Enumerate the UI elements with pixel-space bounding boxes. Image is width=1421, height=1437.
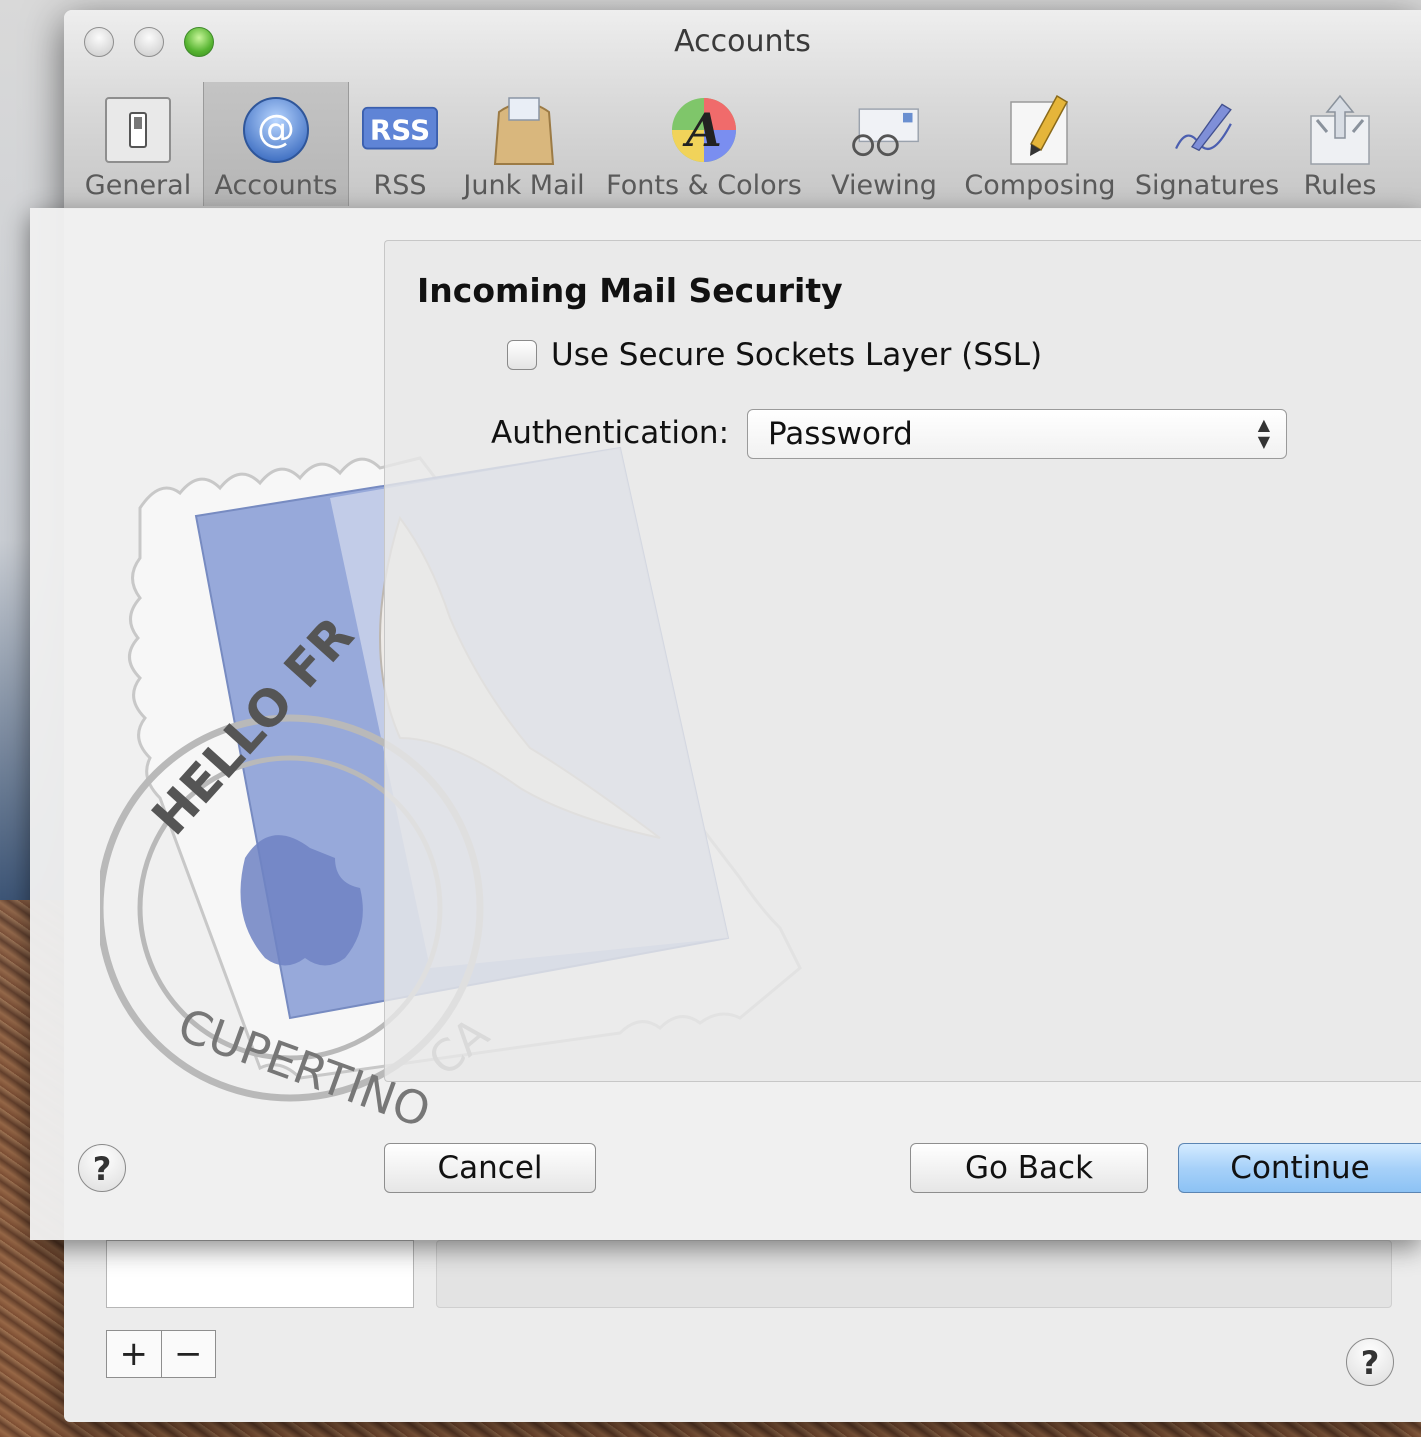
rules-arrows-icon	[1302, 92, 1378, 168]
updown-arrows-icon: ▲ ▼	[1257, 415, 1270, 451]
help-button[interactable]: ?	[78, 1144, 126, 1192]
add-account-button[interactable]: +	[107, 1331, 161, 1377]
glasses-icon	[846, 92, 922, 168]
authentication-value: Password	[768, 416, 913, 452]
toolbar-signatures[interactable]: Signatures	[1132, 82, 1282, 206]
toolbar-composing[interactable]: Composing	[956, 82, 1124, 206]
ssl-label: Use Secure Sockets Layer (SSL)	[551, 337, 1043, 373]
svg-text:A: A	[682, 103, 722, 157]
add-remove-control: + −	[106, 1330, 216, 1378]
font-colors-icon: A	[666, 92, 742, 168]
window-title: Accounts	[674, 24, 811, 59]
title-bar: Accounts General @ Accounts RSS RSS Junk…	[64, 10, 1421, 209]
rss-icon: RSS	[362, 92, 438, 168]
continue-button[interactable]: Continue	[1178, 1143, 1421, 1193]
preferences-help-button[interactable]: ?	[1346, 1338, 1394, 1386]
authentication-label: Authentication:	[491, 415, 730, 451]
go-back-button[interactable]: Go Back	[910, 1143, 1148, 1193]
junk-mail-bag-icon	[486, 92, 562, 168]
incoming-security-panel: Incoming Mail Security Use Secure Socket…	[384, 240, 1421, 1082]
authentication-select[interactable]: Password ▲ ▼	[747, 409, 1287, 459]
account-detail-area	[436, 1240, 1392, 1308]
toolbar-rss[interactable]: RSS RSS	[348, 82, 452, 206]
remove-account-button[interactable]: −	[160, 1331, 216, 1377]
accounts-list[interactable]	[106, 1240, 414, 1308]
toolbar-accounts[interactable]: @ Accounts	[203, 82, 349, 206]
toolbar-general[interactable]: General	[84, 82, 192, 206]
ssl-option[interactable]: Use Secure Sockets Layer (SSL)	[507, 337, 1042, 373]
toolbar-rules[interactable]: Rules	[1298, 82, 1382, 206]
toolbar-fonts-colors[interactable]: A Fonts & Colors	[604, 82, 804, 206]
pen-signature-icon	[1169, 92, 1245, 168]
toolbar-viewing[interactable]: Viewing	[826, 82, 942, 206]
svg-text:RSS: RSS	[370, 113, 430, 146]
account-setup-sheet: HELLO FR CUPERTINO CA Incoming Mail Secu…	[30, 208, 1421, 1240]
general-switch-icon	[100, 92, 176, 168]
ssl-checkbox[interactable]	[507, 340, 537, 370]
section-title: Incoming Mail Security	[417, 271, 843, 310]
svg-text:@: @	[257, 107, 295, 151]
cancel-button[interactable]: Cancel	[384, 1143, 596, 1193]
at-sign-icon: @	[238, 92, 314, 168]
pencil-paper-icon	[1002, 92, 1078, 168]
toolbar-junk-mail[interactable]: Junk Mail	[462, 82, 586, 206]
